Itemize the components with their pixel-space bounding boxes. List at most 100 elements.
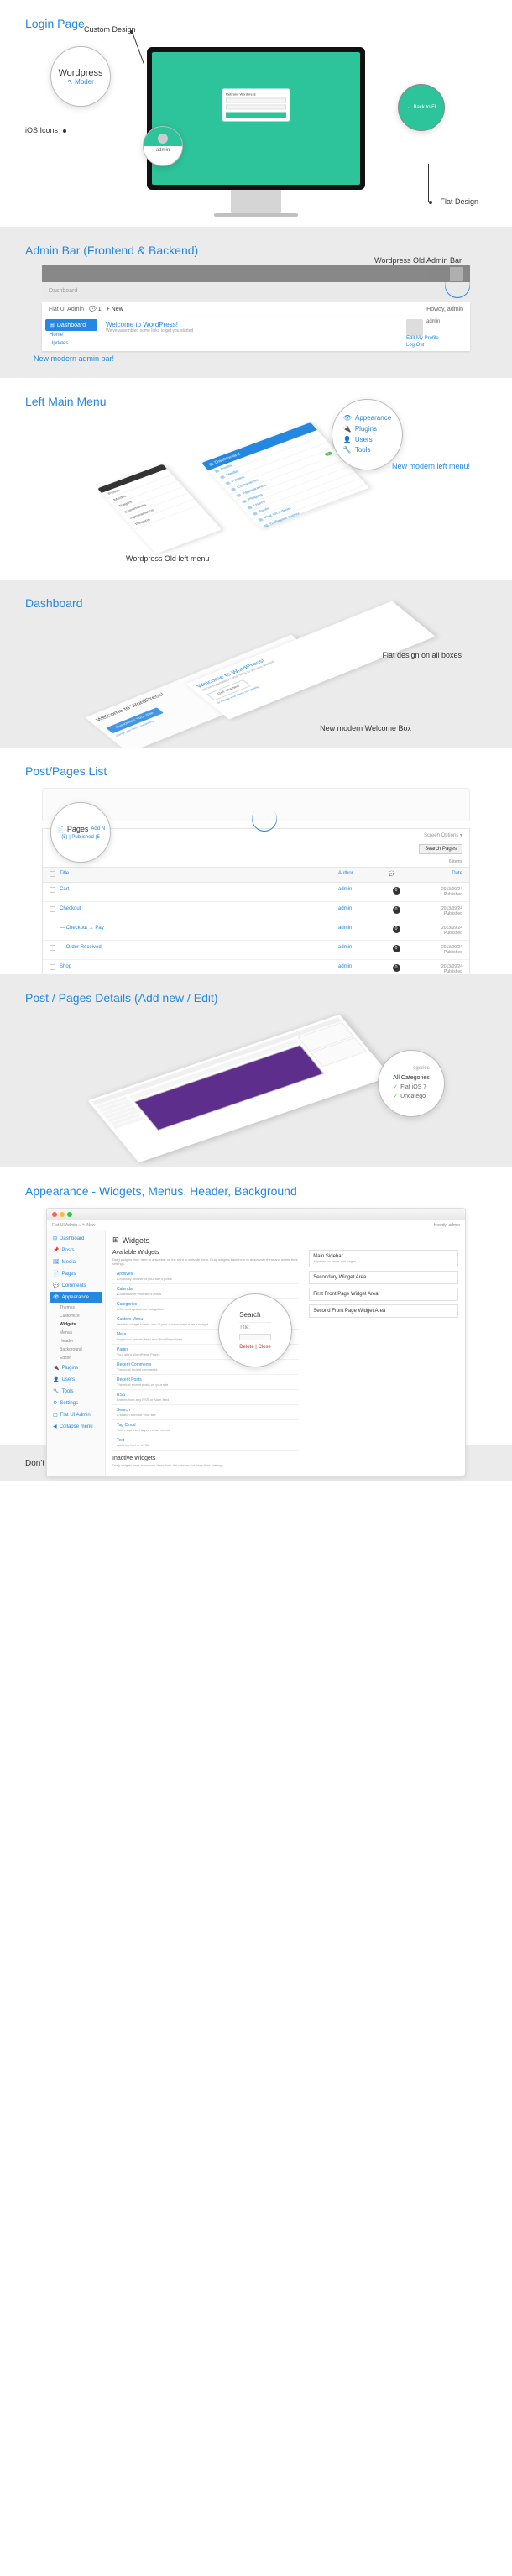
side-posts[interactable]: 📌 Posts [50,1245,102,1256]
row-checkbox[interactable] [50,906,55,912]
avatar-icon [158,134,168,144]
widget-item[interactable]: SearchA search form for your site [112,1405,299,1420]
comment-count[interactable]: 0 [393,926,400,933]
row-title[interactable]: — Order Received [60,945,338,955]
side-settings[interactable]: ⚙ Settings [50,1398,102,1409]
side-users[interactable]: 👤 Users [50,1374,102,1385]
table-header: Title Author 💬 Date [43,867,469,883]
admin-bar-title: Admin Bar (Frontend & Backend) [25,244,487,257]
available-title: Available Widgets [112,1250,299,1256]
bubble-users: 👤 Users [343,435,391,446]
appearance-section: Appearance - Widgets, Menus, Header, Bac… [0,1167,512,1445]
row-title[interactable]: Shop [60,964,338,974]
col-title[interactable]: Title [60,871,338,879]
site-name[interactable]: Flat UI Admin [49,307,84,312]
comment-count[interactable]: 0 [393,945,400,952]
modern-text: ↖ Moder [67,78,94,86]
sidebar-area[interactable]: First Front Page Widget Area [309,1288,458,1301]
table-row: Checkoutadmin02013/09/24Published [43,902,469,921]
row-author[interactable]: admin [338,887,389,897]
sidebar-area[interactable]: Main SidebarAppears on posts and pages [309,1250,458,1267]
widget-item[interactable]: Recent PostsThe most recent posts on you… [112,1375,299,1390]
logout-link[interactable]: Log Out [406,343,467,348]
widgets-main: ⊞ Widgets Available Widgets Drag widgets… [106,1230,465,1476]
password-input[interactable] [226,105,286,110]
comment-count[interactable]: 0 [393,906,400,914]
sidebar-area[interactable]: Secondary Widget Area [309,1271,458,1284]
col-author[interactable]: Author [338,871,389,879]
sub-customize[interactable]: Customize [50,1312,102,1320]
row-checkbox[interactable] [50,945,55,951]
annotation-ios-icons: iOS Icons [25,126,58,134]
table-row: — Order Receivedadmin 0 2013/09/24Publishe… [43,941,469,960]
side-comments[interactable]: 💬 Comments [50,1280,102,1291]
login-button[interactable] [226,113,286,118]
max-traffic-icon[interactable] [67,1212,72,1217]
widget-item[interactable]: Tag CloudYour most used tags in cloud fo… [112,1420,299,1435]
annotation-flat-boxes: Flat design on all boxes [382,651,462,659]
close-traffic-icon[interactable] [52,1212,57,1217]
widget-title-label: Title: [239,1325,271,1332]
sub-widgets[interactable]: Widgets [50,1320,102,1329]
side-appearance[interactable]: 👁 Appearance [50,1292,102,1303]
col-date[interactable]: Date [404,871,462,879]
updates-link[interactable]: Updates [45,339,97,348]
bubble-menu-items: 👁 Appearance 🔌 Plugins 👤 Users 🔧 Tools [343,413,391,456]
widget-title-input[interactable] [239,1334,271,1340]
widget-item[interactable]: TextArbitrary text or HTML [112,1435,299,1451]
side-media[interactable]: 🖼 Media [50,1257,102,1267]
row-author[interactable]: admin [338,926,389,936]
widget-delete-close: Delete | Close [239,1344,271,1351]
sub-menus[interactable]: Menus [50,1329,102,1337]
select-all-checkbox[interactable] [50,871,55,877]
close-link[interactable]: Close [258,1345,270,1350]
sidebar-area[interactable]: Second Front Page Widget Area [309,1304,458,1318]
username-input[interactable] [226,98,286,103]
side-dashboard[interactable]: ⊞ Dashboard [50,1233,102,1244]
admin-bar-howdy[interactable]: Howdy, admin [434,1223,460,1228]
side-collapse[interactable]: ◀ Collapse menu [50,1421,102,1432]
row-title[interactable]: Cart [60,887,338,897]
row-author[interactable]: admin [338,945,389,955]
row-date: 2013/09/24Published [404,945,462,955]
search-pages-button[interactable]: Search Pages [419,844,462,854]
row-title[interactable]: — Checkout → Pay [60,926,338,936]
side-pages[interactable]: 📄 Pages [50,1268,102,1279]
new-link[interactable]: + New [107,307,123,312]
sub-background[interactable]: Background [50,1346,102,1354]
screen-options[interactable]: Screen Options ▾ [424,832,462,838]
min-traffic-icon[interactable] [60,1212,65,1217]
admin-bar-left[interactable]: Flat UI Admin ⌂ ✎ New [52,1223,95,1228]
row-author[interactable]: admin [338,964,389,974]
widget-item[interactable]: RSSEntries from any RSS or Atom feed [112,1390,299,1405]
comment-count[interactable]: 0 [393,887,400,895]
row-title[interactable]: Checkout [60,906,338,916]
row-checkbox[interactable] [50,926,55,931]
comment-count[interactable]: 0 [393,964,400,972]
delete-link[interactable]: Delete [239,1345,253,1350]
dashboard-button[interactable]: ⊞ Dashboard [45,319,97,331]
row-author[interactable]: admin [338,906,389,916]
side-flat-ui[interactable]: ◫ Flat UI Admin [50,1409,102,1420]
category-flat-ios[interactable]: ✓ Flat iOS 7 [393,1083,430,1092]
edit-profile-link[interactable]: Edit My Profile [406,336,467,341]
sub-header[interactable]: Header [50,1337,102,1346]
col-comments-icon[interactable]: 💬 [389,871,404,879]
widget-item[interactable]: ArchivesA monthly archive of your site's… [112,1269,299,1284]
side-tools[interactable]: 🔧 Tools [50,1386,102,1397]
home-link[interactable]: Home [45,331,97,339]
howdy-text[interactable]: Howdy, admin [426,307,463,312]
appearance-title: Appearance - Widgets, Menus, Header, Bac… [25,1184,487,1198]
all-categories-tab[interactable]: All Categories [393,1073,430,1083]
wordpress-text: Wordpress [59,68,103,78]
side-plugins[interactable]: 🔌 Plugins [50,1362,102,1373]
line [428,164,429,202]
sub-themes[interactable]: Themes [50,1304,102,1312]
row-checkbox[interactable] [50,887,55,893]
row-checkbox[interactable] [50,964,55,970]
sub-editor[interactable]: Editor [50,1354,102,1362]
category-uncategorized[interactable]: ✓ Uncatego [393,1092,430,1101]
screen: Rebrand Wordpress [152,52,360,185]
browser-chrome [47,1209,465,1220]
new-welcome-box: Welcome to WordPress! We've assembled so… [185,601,435,720]
